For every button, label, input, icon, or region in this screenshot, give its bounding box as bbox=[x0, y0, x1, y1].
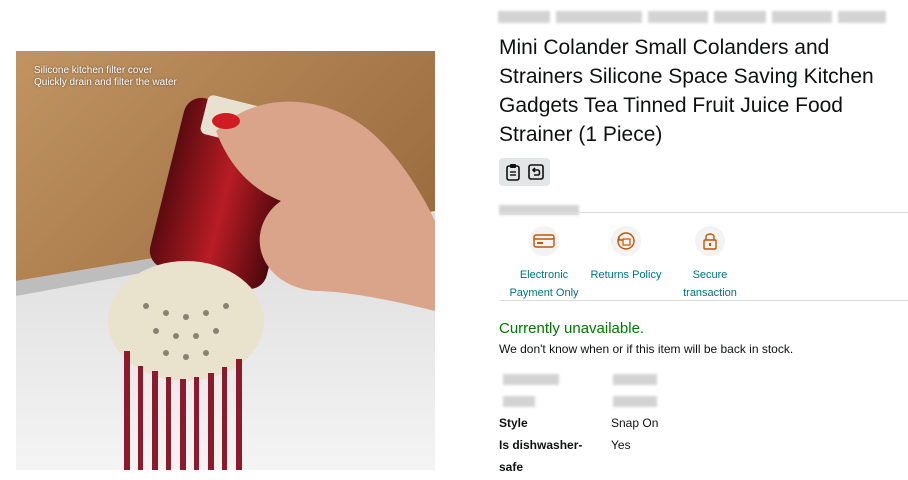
trust-label-line1[interactable]: Electronic bbox=[499, 266, 589, 284]
detail-value: Snap On bbox=[611, 416, 659, 430]
availability-note: We don't know when or if this item will … bbox=[499, 342, 794, 356]
lock-icon bbox=[695, 226, 725, 256]
detail-value: Yes bbox=[611, 438, 631, 452]
detail-key: Style bbox=[499, 416, 528, 430]
detail-row-redacted bbox=[499, 390, 899, 412]
image-caption-line1: Silicone kitchen filter cover bbox=[34, 65, 153, 76]
image-caption: Silicone kitchen filter cover Quickly dr… bbox=[34, 65, 177, 89]
divider bbox=[499, 300, 908, 301]
detail-row: safe bbox=[499, 456, 899, 478]
brand-byline-redacted bbox=[498, 8, 888, 26]
divider bbox=[499, 212, 908, 213]
trust-item-electronic-payment[interactable]: Electronic Payment Only bbox=[499, 226, 589, 302]
clipboard-icon[interactable] bbox=[503, 162, 523, 182]
product-image[interactable]: Silicone kitchen filter cover Quickly dr… bbox=[16, 51, 435, 470]
product-title: Mini Colander Small Colanders and Strain… bbox=[499, 36, 874, 146]
product-photo bbox=[16, 51, 435, 470]
return-icon[interactable] bbox=[526, 162, 546, 182]
trust-badges: Electronic Payment Only Returns Policy S… bbox=[499, 226, 908, 299]
detail-row: Style Snap On bbox=[499, 412, 899, 434]
detail-row: Is dishwasher- Yes bbox=[499, 434, 899, 456]
trust-item-secure-transaction[interactable]: Secure transaction bbox=[665, 226, 755, 302]
returns-icon bbox=[611, 226, 641, 256]
image-caption-line2: Quickly drain and filter the water bbox=[34, 77, 177, 88]
detail-key: Is dishwasher- bbox=[499, 438, 583, 452]
trust-label-line1[interactable]: Secure bbox=[665, 266, 755, 284]
availability-status: Currently unavailable. bbox=[499, 320, 645, 337]
payment-card-icon bbox=[529, 226, 559, 256]
trust-label-line1[interactable]: Returns Policy bbox=[581, 266, 671, 284]
detail-row-redacted bbox=[499, 368, 899, 390]
detail-key: safe bbox=[499, 460, 524, 474]
badge-bar bbox=[499, 158, 550, 186]
trust-item-returns-policy[interactable]: Returns Policy bbox=[581, 226, 671, 284]
product-details: Style Snap On Is dishwasher- Yes safe bbox=[499, 368, 899, 478]
